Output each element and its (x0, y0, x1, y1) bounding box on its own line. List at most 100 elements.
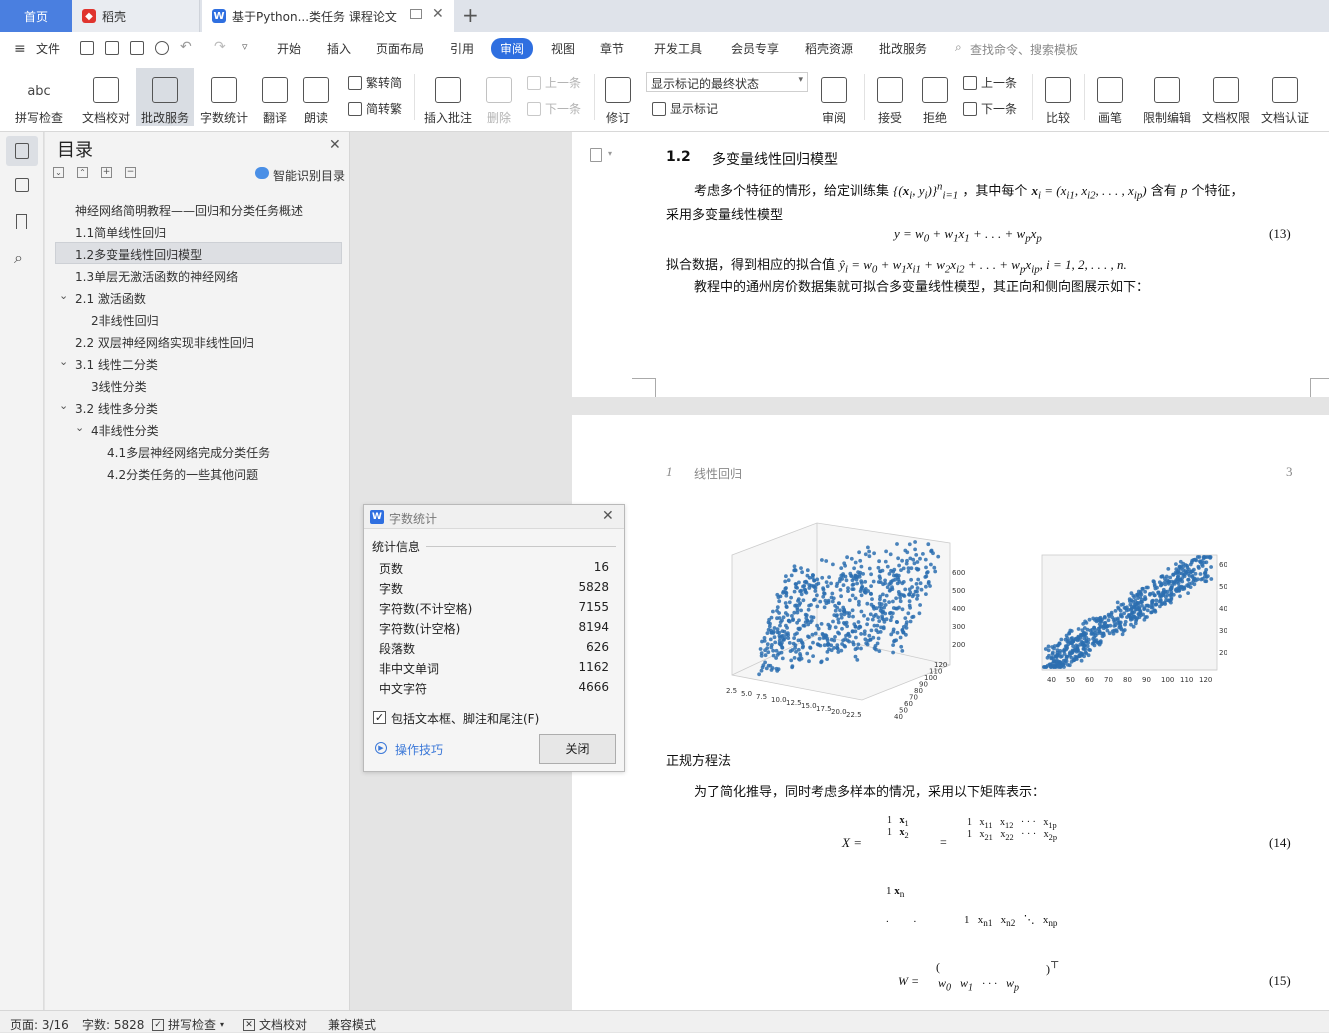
doc-rights-button[interactable]: 文档权限 (1199, 68, 1253, 126)
accept-button[interactable]: 接受 (872, 68, 908, 126)
review-pane-button[interactable]: 审阅 (816, 68, 852, 126)
compare-button[interactable]: 比较 (1040, 68, 1076, 126)
spellcheck-button[interactable]: abc 拼写检查 (8, 68, 70, 126)
pen-button[interactable]: 画笔 (1094, 68, 1126, 126)
prev-comment-button[interactable]: 上一条 (527, 74, 581, 91)
translate-button[interactable]: 翻译 (257, 68, 293, 126)
doccheck-status[interactable]: ✕ 文档校对 (243, 1016, 307, 1033)
print-preview-icon[interactable] (155, 41, 169, 55)
next-comment-button[interactable]: 下一条 (527, 100, 581, 117)
page-indicator[interactable]: 页面: 3/16 (10, 1016, 69, 1033)
chevron-down-icon[interactable]: ⌄ (59, 289, 68, 302)
menu-membership[interactable]: 会员专享 (731, 40, 779, 57)
close-icon[interactable]: ✕ (602, 508, 614, 524)
trad-to-simp-button[interactable]: 繁转简 (348, 74, 402, 91)
next-change-button[interactable]: 下一条 (963, 100, 1017, 117)
expand-all-icon[interactable]: ⌄ (53, 167, 64, 178)
dialog-titlebar[interactable]: W 字数统计 ✕ (364, 505, 624, 529)
word-count-indicator[interactable]: 字数: 5828 (82, 1016, 144, 1033)
scatter-point (1200, 564, 1205, 568)
tab-home[interactable]: 首页 (0, 0, 72, 32)
save-icon[interactable] (80, 41, 94, 55)
stat-value: 626 (586, 640, 609, 654)
tips-link[interactable]: 操作技巧 (395, 741, 443, 758)
print-icon[interactable] (130, 41, 144, 55)
track-changes-button[interactable]: 修订 (600, 68, 636, 126)
toc-item[interactable]: 3.2 线性多分类 (75, 400, 158, 417)
wordcount-icon (211, 77, 237, 103)
menu-start[interactable]: 开始 (277, 40, 301, 57)
delete-comment-button[interactable]: 删除 (482, 68, 516, 126)
menu-insert[interactable]: 插入 (327, 40, 351, 57)
paragraph-layout-icon[interactable] (590, 148, 602, 162)
wordcount-button[interactable]: 字数统计 (197, 68, 251, 126)
scatter-point (804, 613, 809, 618)
close-icon[interactable]: ✕ (329, 137, 341, 153)
window-restore-icon[interactable] (410, 9, 422, 19)
menu-review[interactable]: 审阅 (491, 38, 534, 59)
toc-item[interactable]: 4.2分类任务的一些其他问题 (107, 466, 258, 483)
menu-page-layout[interactable]: 页面布局 (376, 40, 424, 57)
redo-icon[interactable]: ↷ (214, 39, 226, 55)
quick-access-dropdown-icon[interactable]: ▿ (242, 40, 248, 53)
command-search-input[interactable]: 查找命令、搜索模板 (970, 41, 1078, 58)
menu-daoke-resources[interactable]: 稻壳资源 (805, 40, 853, 57)
toc-item[interactable]: 4非线性分类 (91, 422, 159, 439)
menu-file[interactable]: 文件 (36, 40, 60, 57)
undo-icon[interactable]: ↶ (180, 39, 192, 55)
close-button[interactable]: 关闭 (539, 734, 616, 764)
doc-certify-button[interactable]: 文档认证 (1258, 68, 1312, 126)
toc-item[interactable]: 神经网络简明教程——回归和分类任务概述 (75, 202, 303, 219)
plus-icon[interactable]: + (462, 3, 479, 27)
tab-document[interactable]: W 基于Python...类任务 课程论文 ✕ (202, 0, 454, 32)
remove-heading-icon[interactable]: − (125, 167, 136, 178)
document-page[interactable]: 1 线性回归 3 600 500 400 300 200 2.5 5.0 7.5 10.0 12… (572, 415, 1329, 1010)
add-heading-icon[interactable]: + (101, 167, 112, 178)
menu-review-service[interactable]: 批改服务 (879, 40, 927, 57)
markup-state-select[interactable]: 显示标记的最终状态 ▾ (646, 72, 808, 92)
insert-comment-button[interactable]: 插入批注 (422, 68, 474, 126)
toc-item-selected[interactable]: 1.2多变量线性回归模型 (75, 246, 202, 263)
toc-item[interactable]: 2非线性回归 (91, 312, 159, 329)
simp-to-trad-button[interactable]: 简转繁 (348, 100, 402, 117)
close-tab-icon[interactable]: ✕ (432, 6, 444, 22)
toc-item[interactable]: 4.1多层神经网络完成分类任务 (107, 444, 270, 461)
menu-reference[interactable]: 引用 (450, 40, 474, 57)
hamburger-menu-icon[interactable]: ≡ (14, 41, 26, 57)
chevron-down-icon[interactable]: ▾ (608, 149, 612, 158)
toc-panel-button[interactable] (6, 136, 38, 166)
chevron-down-icon[interactable]: ⌄ (59, 399, 68, 412)
tab-daoke[interactable]: ◆ 稻壳 (72, 0, 200, 32)
reject-button[interactable]: 拒绝 (917, 68, 953, 126)
include-textbox-checkbox[interactable]: ✓ (373, 711, 386, 724)
prev-change-button[interactable]: 上一条 (963, 74, 1017, 91)
scatter-point (1178, 559, 1183, 564)
read-aloud-button[interactable]: 朗读 (299, 68, 333, 126)
chevron-down-icon[interactable]: ⌄ (59, 355, 68, 368)
scatter-point (850, 593, 855, 598)
search-icon[interactable]: ⌕ (14, 248, 23, 268)
restrict-editing-button[interactable]: 限制编辑 (1140, 68, 1194, 126)
document-page[interactable]: ▾ 1.2 多变量线性回归模型 考虑多个特征的情形，给定训练集 {(xi, yi… (572, 132, 1329, 397)
smart-toc-button[interactable]: 智能识别目录 (273, 167, 345, 184)
doccheck-button[interactable]: 文档校对 (78, 68, 134, 126)
export-pdf-icon[interactable] (105, 41, 119, 55)
bookmark-icon[interactable] (16, 214, 27, 229)
collapse-all-icon[interactable]: ⌃ (77, 167, 88, 178)
toc-item[interactable]: 3线性分类 (91, 378, 147, 395)
equation-14: X = 1 x1 1 x2 = 1 x11 x12 · · · x1p 1 x2… (842, 815, 1058, 929)
menu-chapter[interactable]: 章节 (600, 40, 624, 57)
toc-item[interactable]: 1.1简单线性回归 (75, 224, 166, 241)
outline-icon[interactable] (15, 178, 29, 192)
toc-item[interactable]: 1.3单层无激活函数的神经网络 (75, 268, 238, 285)
menu-view[interactable]: 视图 (551, 40, 575, 57)
paragraph-line: 教程中的通州房价数据集就可拟合多变量线性模型，其正向和侧向图展示如下： (694, 280, 1150, 295)
chevron-down-icon[interactable]: ⌄ (75, 421, 84, 434)
toc-item[interactable]: 2.1 激活函数 (75, 290, 146, 307)
show-markup-button[interactable]: 显示标记 (652, 100, 718, 117)
spellcheck-status[interactable]: ✓ 拼写检查 ▾ (152, 1016, 224, 1033)
toc-item[interactable]: 2.2 双层神经网络实现非线性回归 (75, 334, 254, 351)
menu-developer[interactable]: 开发工具 (654, 40, 702, 57)
review-service-button[interactable]: 批改服务 (136, 68, 194, 126)
toc-item[interactable]: 3.1 线性二分类 (75, 356, 158, 373)
